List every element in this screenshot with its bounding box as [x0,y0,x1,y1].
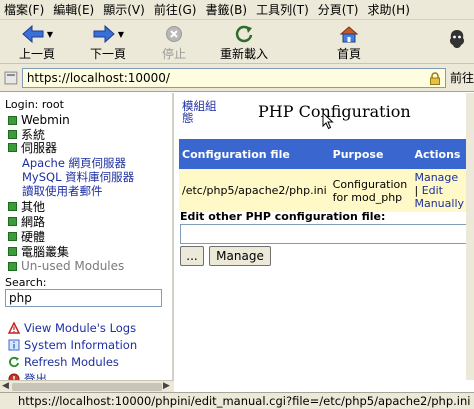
menu-help[interactable]: 求助(H) [364,1,415,18]
manage-link[interactable]: Manage [414,171,458,184]
category-icon [8,202,17,211]
login-info: Login: root [5,98,64,111]
category-label: 伺服器 [21,141,58,155]
main-vertical-scrollbar[interactable] [466,93,474,380]
menu-file[interactable]: 檔案(F) [0,1,49,18]
url-text: https://localhost:10000/ [26,70,170,85]
link-label: System Information [24,338,138,352]
logout-link[interactable]: 登出 [8,371,47,380]
category-icon [8,143,17,152]
site-icon [4,71,18,84]
logout-icon [8,373,20,380]
column-header-file: Configuration file [179,139,330,169]
view-module-logs-link[interactable]: View Module's Logs [8,321,136,335]
category-icon [8,115,17,125]
category-icon [8,217,17,226]
table-row: /etc/php5/apache2/php.ini Configuration … [179,169,467,212]
reload-icon [235,25,253,43]
scroll-left-icon[interactable]: ◀ [2,381,9,391]
category-label: Un-used Modules [21,259,125,273]
url-input[interactable]: https://localhost:10000/ [21,67,446,88]
stop-label: 停止 [161,47,186,61]
navigation-toolbar: ▼ 上一頁 ▼ 下一頁 停止 重新載入 首頁 [0,20,474,64]
browse-button[interactable]: ... [180,246,204,266]
link-label: 登出 [24,372,47,380]
menu-bar: 檔案(F) 編輯(E) 顯示(V) 前往(G) 書籤(B) 工具列(T) 分頁(… [0,0,474,20]
forward-button[interactable]: ▼ 下一頁 [72,20,144,64]
sidebar-horizontal-scrollbar[interactable]: ◀ ▶ [0,380,174,392]
chevron-down-icon[interactable]: ▼ [118,30,124,39]
category-icon [8,130,17,139]
menu-view[interactable]: 顯示(V) [99,1,150,18]
menu-go[interactable]: 前往(G) [150,1,202,18]
menu-tools[interactable]: 工具列(T) [252,1,314,18]
forward-label: 下一頁 [89,47,126,61]
location-bar: https://localhost:10000/ 前往 [0,64,474,92]
module-read-mail[interactable]: 讀取使用者郵件 [22,183,103,199]
home-button[interactable]: 首頁 [314,20,384,64]
config-files-table: Configuration file Purpose Actions /etc/… [179,139,467,212]
edit-other-label: Edit other PHP configuration file: [180,210,386,223]
lock-icon[interactable] [429,71,441,85]
module-index-line-2: 態 [182,111,194,125]
action-separator: | [414,184,419,197]
go-button[interactable]: 前往 [450,69,474,86]
webmin-sidebar: Login: root Webmin 系統 伺服器 Apache 網頁伺服器 M… [0,93,174,380]
home-icon [339,26,359,43]
link-label: View Module's Logs [24,321,137,335]
actions-cell: Manage | Edit Manually [411,169,467,212]
back-arrow-icon [22,25,44,43]
category-label: 電腦叢集 [21,245,70,259]
module-index-link[interactable]: 模組組 態 [182,100,217,124]
search-input[interactable]: php [5,289,162,307]
chevron-down-icon[interactable]: ▼ [47,30,53,39]
stop-icon [166,26,182,42]
menu-edit[interactable]: 編輯(E) [49,1,99,18]
manage-button[interactable]: Manage [209,246,271,266]
main-content: 模組組 態 PHP Configuration Configuration fi… [176,93,470,392]
search-label: Search: [5,276,47,289]
menu-bookmarks[interactable]: 書籤(B) [201,1,252,18]
back-button[interactable]: ▼ 上一頁 [2,20,72,64]
category-servers[interactable]: 伺服器 [8,139,57,156]
info-icon [8,339,20,351]
edit-manually-link[interactable]: Edit Manually [414,184,464,210]
category-icon [8,232,17,241]
forward-arrow-icon [93,25,115,43]
mouse-pointer-icon [322,112,334,130]
scroll-right-icon[interactable]: ▶ [163,381,170,391]
column-header-purpose: Purpose [329,139,412,169]
category-icon [8,261,17,271]
refresh-modules-link[interactable]: Refresh Modules [8,355,119,369]
throbber-logo-icon [446,28,468,55]
category-icon [8,247,17,256]
refresh-icon [8,356,20,368]
home-label: 首頁 [336,47,361,61]
warning-icon [8,322,20,334]
category-cluster[interactable]: 電腦叢集 [8,243,69,260]
page-title: PHP Configuration [258,102,411,121]
category-webmin[interactable]: Webmin [8,113,70,127]
column-header-actions: Actions [411,139,467,169]
reload-button[interactable]: 重新載入 [204,20,284,64]
reload-label: 重新載入 [219,47,268,61]
menu-tabs[interactable]: 分頁(T) [314,1,364,18]
system-information-link[interactable]: System Information [8,338,137,352]
config-purpose: Configuration for mod_php [329,169,412,212]
config-file-path: /etc/php5/apache2/php.ini [179,169,330,212]
status-bar: https://localhost:10000/phpini/edit_manu… [0,392,474,409]
scrollbar-thumb[interactable] [12,383,162,391]
category-unused-modules[interactable]: Un-used Modules [8,259,124,273]
config-file-input[interactable] [180,224,470,244]
stop-button[interactable]: 停止 [144,20,204,64]
back-label: 上一頁 [18,47,55,61]
link-label: Refresh Modules [24,355,119,369]
table-header-row: Configuration file Purpose Actions [179,139,467,169]
category-label: Webmin [21,113,70,127]
